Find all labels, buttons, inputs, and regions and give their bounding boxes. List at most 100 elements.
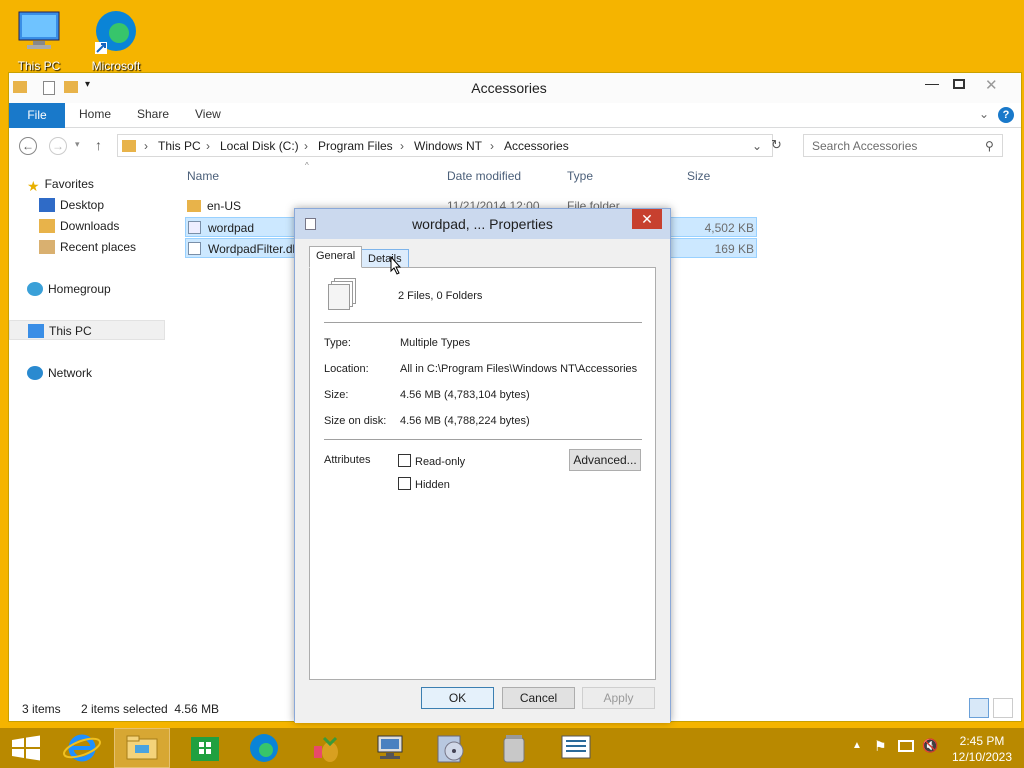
media-taskbar-button[interactable] (424, 728, 480, 768)
tab-general[interactable]: General (309, 246, 363, 268)
details-view-button[interactable] (969, 698, 989, 718)
size-on-disk-value: 4.56 MB (4,788,224 bytes) (400, 415, 530, 427)
solitaire-taskbar-button[interactable] (300, 728, 356, 768)
tab-view[interactable]: View (195, 107, 221, 121)
dll-file-icon (188, 242, 201, 255)
readonly-label: Read-only (415, 456, 466, 468)
star-icon: ★ (27, 178, 40, 194)
clock-time[interactable]: 2:45 PM (950, 734, 1014, 748)
edge-taskbar-button[interactable] (236, 728, 292, 768)
checkbox-box[interactable] (398, 477, 411, 490)
minimize-button[interactable]: — (925, 75, 939, 91)
remote-desktop-taskbar-button[interactable] (362, 728, 418, 768)
search-input[interactable]: Search Accessories (803, 134, 1003, 157)
location-label: Location: (324, 363, 369, 375)
this-pc-icon (18, 11, 60, 49)
search-icon: ⚲ (985, 139, 994, 153)
forward-button[interactable]: → (49, 137, 67, 155)
edge-icon (250, 734, 278, 762)
nav-downloads[interactable]: Downloads (39, 216, 119, 236)
breadcrumb-this-pc[interactable]: This PC (158, 139, 201, 153)
app-taskbar-button[interactable] (486, 728, 542, 768)
column-header-name[interactable]: Name (187, 169, 219, 183)
up-button[interactable]: ↑ (95, 137, 102, 153)
internet-explorer-taskbar-button[interactable] (56, 728, 112, 768)
close-button[interactable]: ✕ (985, 76, 998, 94)
nav-homegroup[interactable]: Homegroup (27, 279, 111, 299)
dialog-close-button[interactable]: ✕ (632, 209, 662, 229)
dialog-body: General Details 2 Files, 0 Folders Type:… (295, 239, 670, 723)
nav-network[interactable]: Network (27, 363, 92, 383)
column-header-type[interactable]: Type (567, 169, 593, 183)
tab-share[interactable]: Share (137, 107, 169, 121)
file-size: 4,502 KB (704, 221, 754, 235)
list-icon (561, 735, 591, 759)
tab-file[interactable]: File (9, 103, 65, 128)
help-icon[interactable]: ? (998, 107, 1014, 123)
breadcrumb-separator: › (400, 139, 404, 153)
network-icon (27, 366, 43, 380)
sort-ascending-icon: ^ (305, 161, 309, 170)
desktop-icon-microsoft-edge[interactable]: Microsoft (85, 8, 147, 73)
address-dropdown-chevron-icon[interactable]: ⌄ (752, 139, 762, 153)
volume-muted-icon[interactable]: 🔇 (922, 738, 938, 754)
general-tab-panel: 2 Files, 0 Folders Type: Multiple Types … (309, 267, 656, 680)
file-name: en-US (207, 199, 242, 213)
action-center-flag-icon[interactable]: ⚑ (874, 738, 887, 755)
recent-places-icon (39, 240, 55, 254)
nav-desktop[interactable]: Desktop (39, 195, 104, 215)
desktop-icon-label: Microsoft (91, 59, 141, 73)
recent-locations-chevron-icon[interactable]: ▾ (75, 139, 80, 150)
clock-date[interactable]: 12/10/2023 (950, 750, 1014, 764)
divider (324, 439, 642, 440)
store-taskbar-button[interactable] (178, 728, 234, 768)
column-header-date-modified[interactable]: Date modified (447, 169, 521, 183)
apply-button[interactable]: Apply (582, 687, 655, 709)
tab-home[interactable]: Home (79, 107, 111, 121)
nav-recent-places[interactable]: Recent places (39, 237, 136, 257)
breadcrumb-accessories[interactable]: Accessories (504, 139, 569, 153)
desktop-icon-this-pc[interactable]: This PC (8, 8, 70, 73)
nav-label: Recent places (60, 240, 137, 254)
breadcrumb-separator: › (144, 139, 148, 153)
desktop-icon-label: This PC (17, 59, 61, 73)
nav-label: Homegroup (48, 282, 111, 296)
breadcrumb-windows-nt[interactable]: Windows NT (414, 139, 482, 153)
size-label: Size: (324, 389, 349, 401)
breadcrumb-program-files[interactable]: Program Files (318, 139, 393, 153)
dialog-title-bar: wordpad, ... Properties ✕ (295, 209, 670, 239)
show-hidden-icons-chevron-icon[interactable]: ▲ (852, 740, 862, 751)
checkbox-box[interactable] (398, 454, 411, 467)
type-value: Multiple Types (400, 337, 471, 349)
nav-this-pc[interactable]: This PC (9, 320, 165, 340)
readonly-checkbox[interactable]: Read-only (398, 454, 465, 468)
cancel-button[interactable]: Cancel (502, 687, 575, 709)
selection-summary: 2 Files, 0 Folders (398, 290, 483, 302)
expand-ribbon-chevron-icon[interactable]: ⌄ (979, 107, 989, 121)
maximize-button[interactable] (953, 79, 965, 89)
back-button[interactable]: ← (19, 137, 37, 155)
title-bar: ▾ Accessories — ✕ (9, 73, 1021, 103)
address-bar[interactable]: › This PC › Local Disk (C:) › Program Fi… (117, 134, 773, 157)
hidden-checkbox[interactable]: Hidden (398, 477, 450, 491)
edge-shortcut-icon (95, 11, 136, 54)
dialog-title: wordpad, ... Properties (412, 216, 553, 232)
breadcrumb-local-disk[interactable]: Local Disk (C:) (220, 139, 299, 153)
ok-button[interactable]: OK (421, 687, 494, 709)
nav-favorites[interactable]: ★ Favorites (27, 174, 94, 194)
windows-logo-icon (12, 735, 40, 761)
file-name: WordpadFilter.dll (208, 242, 298, 256)
file-explorer-taskbar-button[interactable] (114, 728, 170, 768)
advanced-button[interactable]: Advanced... (569, 449, 641, 471)
refresh-icon[interactable]: ↻ (771, 137, 782, 153)
homegroup-icon (27, 282, 43, 296)
nav-label: Network (48, 366, 93, 380)
large-icons-view-button[interactable] (993, 698, 1013, 718)
start-button[interactable] (0, 728, 56, 768)
breadcrumb-separator: › (490, 139, 494, 153)
size-value: 4.56 MB (4,783,104 bytes) (400, 389, 530, 401)
network-status-icon[interactable] (898, 740, 914, 752)
column-header-size[interactable]: Size (687, 169, 710, 183)
taskbar: ▲ ⚑ 🔇 2:45 PM 12/10/2023 (0, 728, 1024, 768)
list-app-taskbar-button[interactable] (548, 728, 604, 768)
